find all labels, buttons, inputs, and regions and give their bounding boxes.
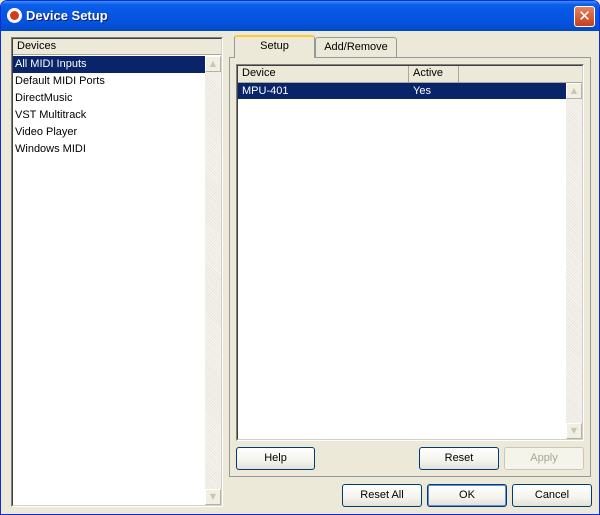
column-header-active[interactable]: Active xyxy=(409,66,459,82)
device-item-default-midi-ports[interactable]: Default MIDI Ports xyxy=(13,73,205,90)
chevron-up-icon: ▲ xyxy=(209,59,217,68)
device-item-all-midi-inputs[interactable]: All MIDI Inputs xyxy=(13,56,205,73)
devices-scrollbar[interactable]: ▲ ▼ xyxy=(205,56,221,505)
table-scroll-up-button[interactable]: ▲ xyxy=(566,83,582,99)
devices-list[interactable]: All MIDI Inputs Default MIDI Ports Direc… xyxy=(13,56,205,505)
device-setup-window: Device Setup ✕ Devices All MIDI Inputs D… xyxy=(0,0,600,515)
chevron-up-icon: ▲ xyxy=(570,86,578,95)
cancel-button[interactable]: Cancel xyxy=(512,484,592,507)
ok-button[interactable]: OK xyxy=(427,484,507,507)
device-table: Device Active MPU-401 Yes ▲ ▼ xyxy=(236,64,584,441)
device-item-windows-midi[interactable]: Windows MIDI xyxy=(13,141,205,158)
scroll-up-button[interactable]: ▲ xyxy=(205,56,221,72)
tab-setup[interactable]: Setup xyxy=(234,35,315,58)
devices-header: Devices xyxy=(13,39,221,55)
tab-add-remove[interactable]: Add/Remove xyxy=(315,37,397,57)
apply-button[interactable]: Apply xyxy=(504,447,584,470)
reset-button[interactable]: Reset xyxy=(419,447,499,470)
table-scroll-down-button[interactable]: ▼ xyxy=(566,423,582,439)
table-body[interactable]: MPU-401 Yes xyxy=(238,83,566,439)
cubase-icon xyxy=(7,8,22,23)
close-icon: ✕ xyxy=(578,7,591,25)
cell-active[interactable]: Yes xyxy=(409,83,569,99)
table-scrollbar[interactable]: ▲ ▼ xyxy=(566,83,582,439)
device-item-vst-multitrack[interactable]: VST Multitrack xyxy=(13,107,205,124)
scroll-down-button[interactable]: ▼ xyxy=(205,489,221,505)
help-button[interactable]: Help xyxy=(236,447,315,470)
table-row[interactable]: MPU-401 Yes xyxy=(238,83,566,99)
table-header: Device Active xyxy=(238,66,582,83)
devices-panel: Devices All MIDI Inputs Default MIDI Por… xyxy=(11,37,223,507)
window-title: Device Setup xyxy=(26,8,108,23)
title-bar[interactable]: Device Setup ✕ xyxy=(1,1,599,31)
close-button[interactable]: ✕ xyxy=(574,6,595,27)
reset-all-button[interactable]: Reset All xyxy=(342,484,422,507)
device-item-directmusic[interactable]: DirectMusic xyxy=(13,90,205,107)
cell-device: MPU-401 xyxy=(242,85,289,97)
device-item-video-player[interactable]: Video Player xyxy=(13,124,205,141)
chevron-down-icon: ▼ xyxy=(209,492,217,501)
chevron-down-icon: ▼ xyxy=(570,426,578,435)
column-header-device[interactable]: Device xyxy=(238,66,409,82)
